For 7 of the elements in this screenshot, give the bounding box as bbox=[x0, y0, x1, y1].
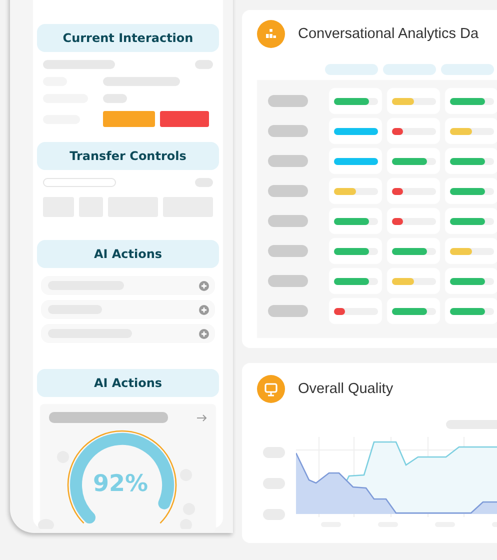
section-header: AI Actions bbox=[37, 369, 219, 397]
section-header: AI Actions bbox=[37, 240, 219, 268]
section-header: Current Interaction bbox=[37, 24, 219, 52]
gauge-value: 92% bbox=[93, 471, 148, 497]
card-title: Conversational Analytics Da bbox=[298, 26, 479, 42]
card-title: Overall Quality bbox=[298, 381, 394, 397]
section-header: Transfer Controls bbox=[37, 142, 219, 170]
